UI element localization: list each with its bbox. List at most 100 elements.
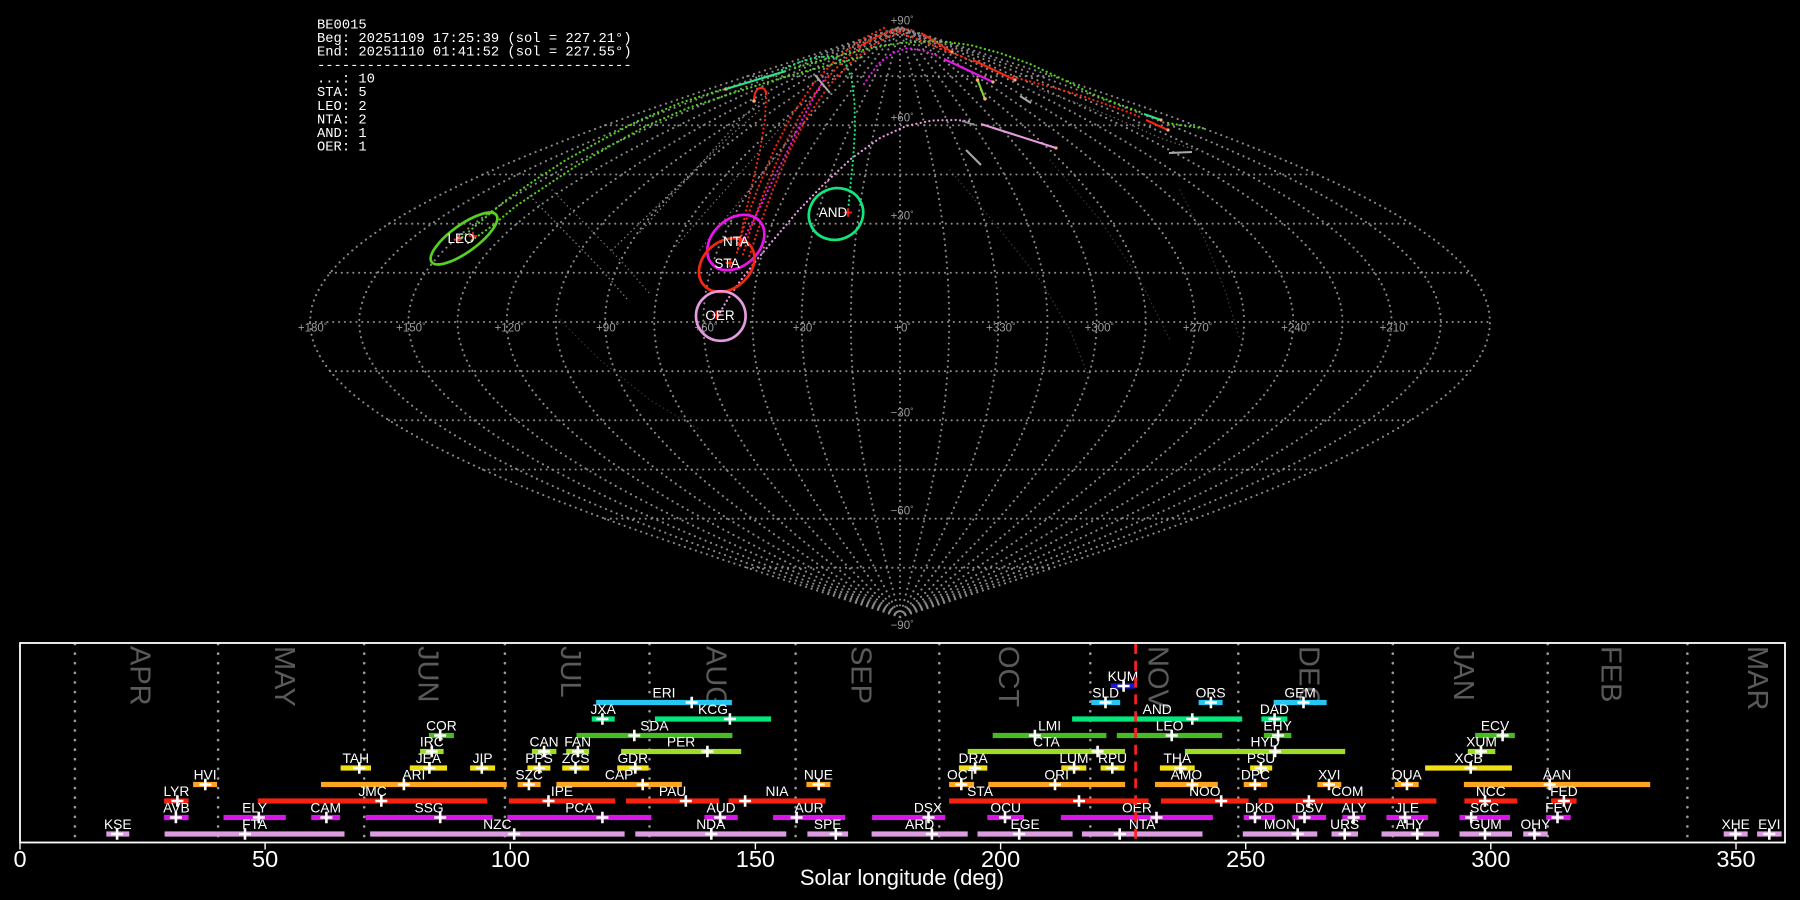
svg-text:SLD: SLD (1092, 685, 1119, 700)
svg-text:+240°: +240° (1281, 321, 1310, 335)
svg-text:ZCS: ZCS (562, 751, 590, 766)
svg-text:XCB: XCB (1454, 751, 1482, 766)
svg-text:CAP: CAP (605, 767, 633, 782)
svg-text:SPE: SPE (814, 817, 842, 832)
svg-text:AUG: AUG (700, 646, 732, 709)
svg-text:Solar longitude (deg): Solar longitude (deg) (800, 865, 1004, 890)
svg-text:NZC: NZC (483, 817, 511, 832)
svg-text:+270°: +270° (1183, 321, 1212, 335)
svg-text:+150°: +150° (396, 321, 425, 335)
svg-text:EGE: EGE (1011, 817, 1040, 832)
svg-text:Beg: 20251109 17:25:39 (sol =: Beg: 20251109 17:25:39 (sol = 227.21°) (317, 31, 632, 47)
svg-text:NUE: NUE (804, 767, 833, 782)
svg-text:350: 350 (1716, 846, 1755, 872)
svg-text:EVI: EVI (1758, 817, 1780, 832)
svg-text:HYD: HYD (1251, 734, 1280, 749)
svg-text:SSG: SSG (415, 800, 444, 815)
svg-text:RPU: RPU (1098, 751, 1127, 766)
svg-text:−30°: −30° (891, 405, 914, 419)
svg-text:JLE: JLE (1395, 800, 1419, 815)
svg-text:PER: PER (667, 734, 695, 749)
svg-text:FAN: FAN (564, 734, 591, 749)
svg-text:AVB: AVB (163, 800, 190, 815)
svg-text:TAH: TAH (343, 751, 370, 766)
svg-text:+90°: +90° (891, 14, 914, 28)
svg-text:ERI: ERI (653, 685, 676, 700)
svg-text:FEV: FEV (1545, 800, 1573, 815)
svg-text:MON: MON (1264, 817, 1296, 832)
svg-text:OCU: OCU (990, 800, 1021, 815)
svg-text:ORI: ORI (1044, 767, 1069, 782)
svg-text:GDR: GDR (617, 751, 648, 766)
svg-text:FEB: FEB (1595, 646, 1627, 702)
svg-text:+0°: +0° (894, 321, 910, 335)
svg-text:QUA: QUA (1392, 767, 1423, 782)
svg-text:ECV: ECV (1481, 718, 1510, 733)
svg-text:+180°: +180° (298, 321, 327, 335)
svg-text:FTA: FTA (242, 817, 268, 832)
svg-text:NTA: NTA (723, 234, 749, 249)
svg-text:AHY: AHY (1396, 817, 1424, 832)
svg-text:−60°: −60° (891, 504, 914, 518)
svg-text:LMI: LMI (1038, 718, 1061, 733)
svg-text:KSE: KSE (104, 817, 132, 832)
svg-text:AMO: AMO (1171, 767, 1203, 782)
svg-text:DPC: DPC (1241, 767, 1270, 782)
svg-text:LUM: LUM (1059, 751, 1088, 766)
svg-text:LEO: LEO (1156, 718, 1184, 733)
svg-text:KUM: KUM (1108, 669, 1139, 684)
svg-text:SEP: SEP (844, 646, 876, 704)
svg-text:HVI: HVI (194, 767, 217, 782)
svg-text:NIA: NIA (766, 784, 790, 799)
svg-text:AND: AND (1143, 702, 1172, 717)
svg-text:PSU: PSU (1247, 751, 1275, 766)
svg-text:COM: COM (1331, 784, 1363, 799)
svg-text:+60°: +60° (891, 110, 914, 124)
svg-text:+300°: +300° (1085, 321, 1114, 335)
svg-text:LYR: LYR (163, 784, 189, 799)
svg-text:GEM: GEM (1284, 685, 1315, 700)
svg-text:OER: OER (705, 308, 735, 323)
svg-text:JEA: JEA (416, 751, 442, 766)
svg-text:+330°: +330° (986, 321, 1015, 335)
svg-text:PAU: PAU (659, 784, 686, 799)
svg-text:CTA: CTA (1033, 734, 1060, 749)
svg-text:STA: STA (714, 256, 739, 271)
svg-text:+210°: +210° (1380, 321, 1409, 335)
svg-text:DSV: DSV (1295, 800, 1324, 815)
svg-text:ALY: ALY (1341, 800, 1366, 815)
svg-text:PPS: PPS (525, 751, 553, 766)
svg-text:EHY: EHY (1263, 718, 1291, 733)
svg-text:150: 150 (736, 846, 775, 872)
svg-text:End: 20251110 01:41:52 (sol =: End: 20251110 01:41:52 (sol = 227.55°) (317, 45, 632, 61)
svg-text:SCC: SCC (1470, 800, 1499, 815)
svg-text:JIP: JIP (473, 751, 493, 766)
svg-text:MAY: MAY (268, 646, 300, 707)
svg-text:300: 300 (1471, 846, 1510, 872)
svg-text:250: 250 (1226, 846, 1265, 872)
svg-text:IPE: IPE (551, 784, 573, 799)
svg-text:AAN: AAN (1543, 767, 1571, 782)
svg-text:NOV: NOV (1141, 646, 1173, 710)
svg-text:+30°: +30° (891, 209, 914, 223)
svg-text:DSX: DSX (914, 800, 942, 815)
svg-text:NTA: NTA (1129, 817, 1156, 832)
svg-text:100: 100 (491, 846, 530, 872)
svg-text:OER: 1: OER: 1 (317, 140, 367, 155)
svg-text:ARD: ARD (905, 817, 934, 832)
svg-text:ORS: ORS (1196, 685, 1226, 700)
svg-text:SDA: SDA (640, 718, 669, 733)
svg-text:LEO: LEO (447, 231, 474, 246)
svg-text:JUL: JUL (554, 646, 586, 698)
svg-text:DAD: DAD (1260, 702, 1289, 717)
svg-text:JUN: JUN (412, 646, 444, 702)
svg-text:XVI: XVI (1318, 767, 1340, 782)
svg-text:DRA: DRA (959, 751, 989, 766)
svg-text:CAM: CAM (310, 800, 341, 815)
svg-text:OHY: OHY (1520, 817, 1550, 832)
svg-text:URS: URS (1330, 817, 1359, 832)
svg-text:50: 50 (252, 846, 278, 872)
svg-text:AUD: AUD (707, 800, 736, 815)
svg-text:NCC: NCC (1476, 784, 1506, 799)
svg-text:NDA: NDA (696, 817, 726, 832)
